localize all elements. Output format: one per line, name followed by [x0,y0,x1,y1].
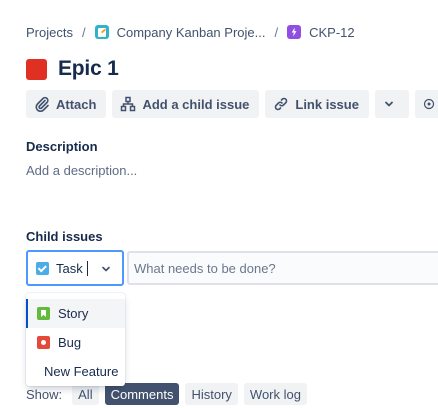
breadcrumb-issue-key[interactable]: CKP-12 [309,25,355,40]
filter-history[interactable]: History [185,383,238,405]
filter-all[interactable]: All [72,383,99,405]
issue-header: Epic 1 [26,57,119,81]
breadcrumb-projects[interactable]: Projects [26,25,73,40]
breadcrumb-separator: / [81,24,86,40]
breadcrumb-separator: / [274,24,279,40]
child-issue-summary-input[interactable]: What needs to be done? [127,251,438,285]
attach-label: Attach [56,96,97,112]
dropdown-option-bug[interactable]: Bug [26,328,125,357]
link-icon [275,97,288,111]
option-label: Bug [58,335,82,350]
issue-type-value: Task [56,260,83,276]
bug-icon [37,336,50,349]
add-child-label: Add a child issue [142,96,250,112]
chevron-down-icon [385,101,393,107]
description-heading: Description [26,139,98,154]
circle-icon [423,98,435,110]
breadcrumb: Projects / Company Kanban Proje... / CKP… [26,23,355,41]
breadcrumb-project[interactable]: Company Kanban Proje... [117,25,266,40]
add-child-issue-button[interactable]: Add a child issue [112,90,260,118]
text-caret [86,260,88,276]
project-icon [94,25,109,39]
epic-icon [287,25,302,39]
task-icon [36,261,49,275]
story-icon [37,307,50,320]
paperclip-icon [35,96,49,112]
issue-toolbar: Attach Add a child issue Link issue L [26,90,438,118]
epic-color-icon[interactable] [26,58,47,80]
overflow-action-button[interactable]: L [414,90,438,118]
dropdown-option-story[interactable]: Story [26,299,125,328]
child-issue-placeholder: What needs to be done? [134,260,276,276]
description-placeholder[interactable]: Add a description... [26,163,137,178]
more-actions-button[interactable] [374,90,409,118]
chevron-down-icon [102,266,110,272]
attach-button[interactable]: Attach [26,90,107,118]
link-issue-label: Link issue [295,96,359,112]
option-label: Story [58,306,89,321]
child-issues-heading: Child issues [26,229,103,244]
activity-filter-row: Show: All Comments History Work log [26,383,313,405]
link-issue-button[interactable]: Link issue [265,90,369,118]
issue-title[interactable]: Epic 1 [58,57,119,81]
dropdown-option-new-feature[interactable]: New Feature [26,357,125,386]
issue-type-dropdown: Story Bug New Feature [26,293,125,386]
filter-work-log[interactable]: Work log [243,383,307,405]
issue-type-select[interactable]: Task [26,250,124,286]
show-label: Show: [26,386,63,402]
hierarchy-icon [121,96,136,112]
option-label: New Feature [44,364,119,379]
filter-comments[interactable]: Comments [104,383,180,405]
